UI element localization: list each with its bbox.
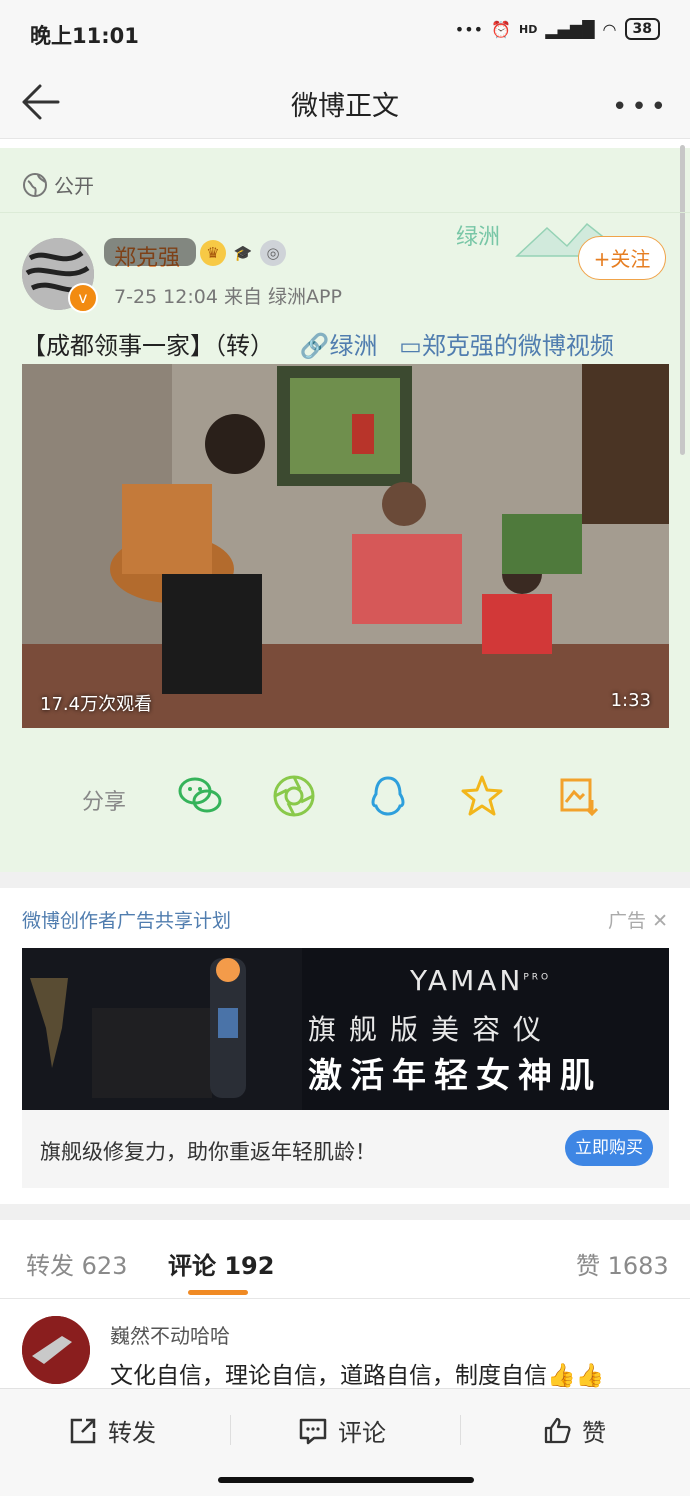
thumbs-up-icon bbox=[544, 1417, 571, 1443]
qzone-star-icon[interactable] bbox=[458, 772, 506, 820]
home-indicator[interactable] bbox=[218, 1477, 474, 1483]
commenter-avatar[interactable] bbox=[22, 1316, 90, 1384]
signal-label: HD bbox=[518, 22, 538, 36]
like-button[interactable]: 赞 bbox=[542, 1413, 606, 1448]
follow-button[interactable]: +关注 bbox=[578, 236, 666, 280]
ad-subheadline: 激活年轻女神肌 bbox=[308, 1056, 602, 1096]
video-player[interactable]: 17.4万次观看 1:33 bbox=[22, 364, 669, 728]
wechat-icon[interactable] bbox=[176, 772, 224, 820]
status-icons: ••• ⏰ HD ▂▄▆█ ◠ 38 bbox=[455, 18, 660, 40]
globe-icon bbox=[23, 172, 47, 197]
section-separator bbox=[0, 1204, 690, 1220]
share-label: 分享 bbox=[82, 790, 127, 815]
comment-text: 文化自信，理论自信，道路自信，制度自信👍👍 bbox=[110, 1363, 605, 1389]
repost-button[interactable]: 转发 bbox=[68, 1413, 156, 1448]
author-badges: ♛ 🎓 ◎ bbox=[200, 240, 286, 266]
graduate-badge-icon: 🎓 bbox=[233, 244, 253, 262]
post-content: 【成都领事一家】（转） 🔗绿洲 ▭郑克强的微博视频 bbox=[22, 326, 614, 361]
video-link[interactable]: ▭郑克强的微博视频 bbox=[399, 332, 614, 360]
divider bbox=[230, 1415, 231, 1445]
video-views: 17.4万次观看 bbox=[40, 694, 153, 715]
comment-icon bbox=[299, 1418, 327, 1444]
wifi-icon: ◠ bbox=[602, 19, 617, 39]
nav-header: 微博正文 ••• bbox=[0, 66, 690, 139]
divider bbox=[0, 212, 690, 213]
avatar-image bbox=[22, 1316, 90, 1384]
status-time: 晚上11:01 bbox=[30, 24, 139, 48]
ad-description: 旗舰级修复力，助你重返年轻肌龄！ bbox=[40, 1140, 376, 1164]
visibility-row: 公开 bbox=[22, 170, 94, 199]
ad-footer[interactable]: 旗舰级修复力，助你重返年轻肌龄！ 立即购买 bbox=[22, 1110, 669, 1188]
close-icon[interactable]: ✕ bbox=[652, 910, 668, 932]
repost-label: 转发 bbox=[108, 1419, 156, 1447]
redaction-scribble bbox=[104, 238, 196, 266]
save-image-icon[interactable] bbox=[554, 772, 602, 820]
alarm-icon: ⏰ bbox=[491, 19, 511, 39]
post-meta: 7-25 12:04 来自 绿洲APP bbox=[114, 286, 342, 308]
page-title: 微博正文 bbox=[291, 91, 399, 122]
battery-icon: 38 bbox=[624, 18, 660, 40]
ad-product-image bbox=[22, 948, 302, 1110]
divider bbox=[460, 1415, 461, 1445]
ad-banner[interactable]: YAMANPRO 旗舰版美容仪 激活年轻女神肌 bbox=[22, 948, 669, 1110]
active-tab-indicator bbox=[188, 1290, 248, 1295]
scrollbar[interactable] bbox=[680, 145, 685, 455]
video-thumbnail bbox=[22, 364, 669, 728]
status-bar: 晚上11:01 ••• ⏰ HD ▂▄▆█ ◠ 38 bbox=[0, 0, 690, 66]
qq-icon[interactable] bbox=[364, 772, 412, 820]
ad-brand: YAMANPRO bbox=[410, 964, 552, 997]
ad-tag[interactable]: 广告 ✕ bbox=[608, 906, 668, 933]
ad-headline: 旗舰版美容仪 bbox=[308, 1013, 555, 1046]
comment-button[interactable]: 评论 bbox=[298, 1413, 386, 1448]
repost-icon bbox=[70, 1418, 96, 1443]
commenter-name[interactable]: 巍然不动哈哈 bbox=[110, 1320, 230, 1349]
video-link-icon: ▭ bbox=[399, 332, 422, 360]
oasis-link[interactable]: 🔗绿洲 bbox=[300, 332, 378, 360]
moments-icon[interactable] bbox=[270, 772, 318, 820]
section-separator bbox=[0, 872, 690, 888]
author-name[interactable]: 郑克强 bbox=[104, 238, 196, 272]
divider bbox=[0, 1298, 690, 1299]
medal-badge-icon: ◎ bbox=[260, 240, 286, 266]
tab-like[interactable]: 赞 1683 bbox=[576, 1246, 669, 1281]
tab-comment[interactable]: 评论 192 bbox=[168, 1246, 274, 1281]
video-duration: 1:33 bbox=[610, 690, 651, 711]
more-options-icon[interactable]: ••• bbox=[612, 92, 670, 122]
signal-icon: ▂▄▆█ bbox=[545, 19, 595, 39]
tab-repost[interactable]: 转发 623 bbox=[26, 1246, 127, 1281]
ad-program-title[interactable]: 微博创作者广告共享计划 bbox=[22, 906, 231, 933]
visibility-label: 公开 bbox=[54, 174, 94, 198]
verified-badge-icon: v bbox=[68, 283, 98, 313]
link-icon: 🔗 bbox=[299, 332, 330, 360]
like-label: 赞 bbox=[582, 1419, 606, 1447]
bottom-action-bar: 转发 评论 赞 bbox=[0, 1388, 690, 1496]
buy-now-button[interactable]: 立即购买 bbox=[565, 1130, 653, 1166]
more-dots-icon: ••• bbox=[454, 19, 484, 39]
comment-label: 评论 bbox=[338, 1419, 386, 1447]
post-text: 【成都领事一家】（转） bbox=[22, 332, 274, 360]
crown-badge-icon: ♛ bbox=[200, 240, 226, 266]
